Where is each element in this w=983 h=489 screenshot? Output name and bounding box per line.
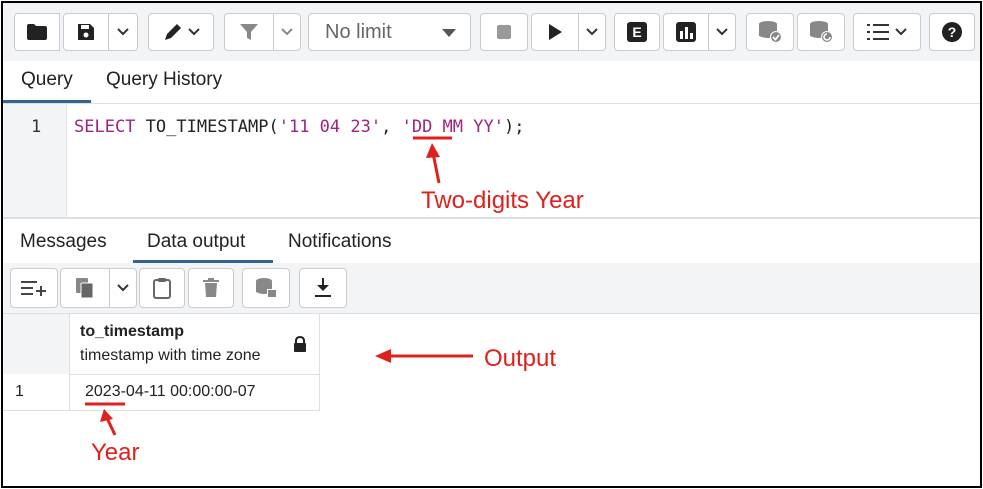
app-frame: No limit E ? Query Query History 1 SELEC… bbox=[1, 1, 982, 488]
output-arrowhead bbox=[375, 349, 391, 363]
annotation-overlay bbox=[85, 136, 473, 436]
year-arrowhead bbox=[100, 409, 113, 422]
two-digit-year-arrowhead bbox=[426, 143, 440, 158]
two-digit-year-arrow bbox=[431, 152, 441, 184]
year-arrow bbox=[105, 417, 117, 436]
